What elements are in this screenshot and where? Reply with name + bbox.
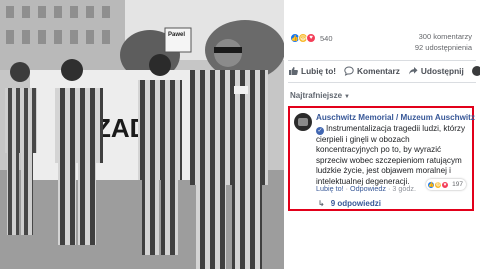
post-stats: 👍 😆 ♥ 540 300 komentarzy 92 udostępnieni… [290,31,476,52]
comment-body: ✓ Instrumentalizacja tragedii ludzi, któr… [316,124,470,187]
shares-count[interactable]: 92 udostępnienia [415,42,472,53]
comment-timestamp[interactable]: 3 godz. [392,184,416,193]
share-button-label: Udostępnij [420,66,464,76]
replies-label: 9 odpowiedzi [330,199,381,208]
comment-reaction-count: 197 [452,181,463,188]
comment-reactions[interactable]: 👍 😆 ♥ 197 [426,179,466,190]
love-icon: ♥ [441,180,450,189]
like-button[interactable]: Lubię to! [288,66,336,76]
view-replies-link[interactable]: ↳ 9 odpowiedzi [318,199,381,208]
thumbs-up-icon [289,67,298,75]
post-as-selector[interactable]: ▼ [471,66,480,76]
comment-reply-link[interactable]: Odpowiedz [350,184,386,193]
separator: · [387,184,391,193]
comment-button-label: Komentarz [357,66,400,76]
reactions-summary[interactable]: 👍 😆 ♥ 540 [290,33,333,43]
divider [288,82,476,83]
highlighted-comment: Auschwitz Memorial / Muzeum Auschwitz ✓ I… [288,106,475,211]
avatar[interactable] [294,113,312,131]
reaction-count: 540 [320,33,333,43]
comment-icon [344,66,354,76]
verified-icon: ✓ [316,127,324,135]
divider [288,60,476,61]
separator: · [345,184,348,193]
like-button-label: Lubię to! [301,66,337,76]
comment-like-link[interactable]: Lubię to! [316,184,344,193]
comment-text: Instrumentalizacja tragedii ludzi, którz… [316,124,466,186]
share-icon [408,67,418,75]
comment-sort-dropdown[interactable]: Najtrafniejsze ▼ [290,91,350,100]
comment-author[interactable]: Auschwitz Memorial / Muzeum Auschwitz [316,113,475,122]
photo-sign-text: Pawel [168,32,185,38]
news-photo: ZAD Pawel [0,0,284,269]
chevron-down-icon: ▼ [344,94,350,100]
reply-arrow-icon: ↳ [318,199,325,208]
engagement-counts: 300 komentarzy 92 udostępnienia [415,31,472,53]
comment-meta: Lubię to! · Odpowiedz · 3 godz. [316,184,416,193]
share-button[interactable]: Udostępnij [408,66,464,76]
comment-button[interactable]: Komentarz [344,66,400,76]
action-bar: Lubię to! Komentarz Udostępnij ▼ [288,63,480,79]
avatar [471,66,480,76]
sort-label: Najtrafniejsze [290,91,343,100]
comments-count[interactable]: 300 komentarzy [415,31,472,42]
love-icon: ♥ [306,33,316,43]
